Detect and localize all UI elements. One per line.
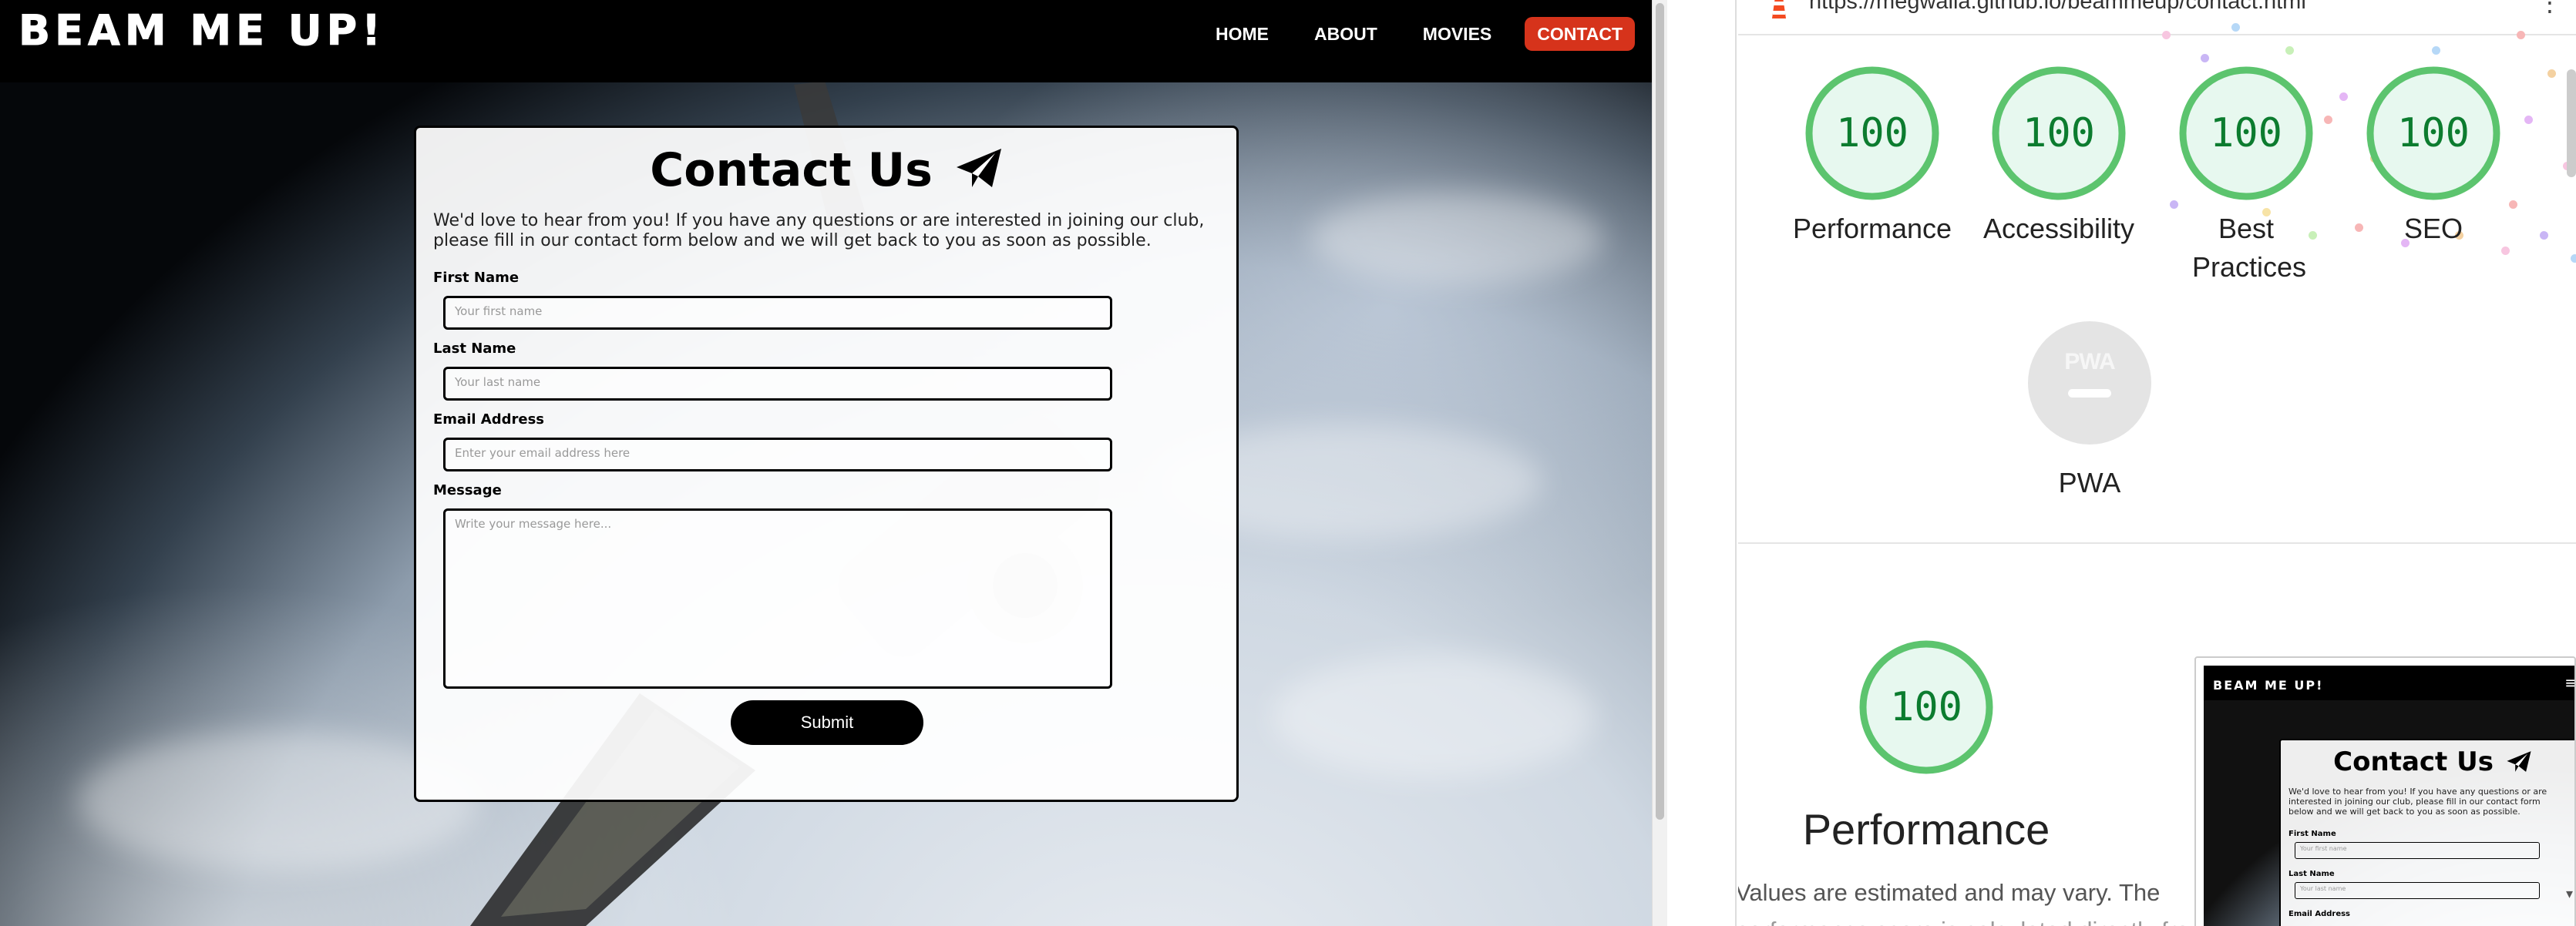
nav-home-link[interactable]: HOME bbox=[1203, 17, 1281, 51]
confetti-dot bbox=[2324, 116, 2332, 124]
thumbnail-email-label: Email Address bbox=[2288, 910, 2351, 918]
site-header: BEAM ME UP! HOME ABOUT MOVIES CONTACT bbox=[0, 0, 1652, 82]
pwa-badge-icon: PWA bbox=[2064, 349, 2115, 374]
thumbnail-last-name-label: Last Name bbox=[2288, 870, 2335, 878]
thumbnail-logo: BEAM ME UP! bbox=[2213, 678, 2324, 693]
performance-large-score: 100 bbox=[1890, 684, 1962, 730]
thumbnail-header: BEAM ME UP! ≡ bbox=[2204, 666, 2574, 700]
performance-section-title: Performance bbox=[1802, 805, 2050, 854]
paper-plane-icon bbox=[2507, 751, 2531, 772]
score-gauge-seo[interactable]: 100 bbox=[2366, 66, 2500, 200]
divider bbox=[1738, 34, 2576, 35]
thumbnail-intro: We'd love to hear from you! If you have … bbox=[2288, 787, 2547, 817]
submit-button[interactable]: Submit bbox=[731, 700, 923, 745]
nav-movies-link[interactable]: MOVIES bbox=[1411, 17, 1504, 51]
website-scrollbar-thumb[interactable] bbox=[1656, 3, 1664, 820]
report-menu-icon[interactable]: ⋮ bbox=[2537, 0, 2562, 17]
score-gauge-best-practices[interactable]: 100 bbox=[2179, 66, 2313, 200]
score-gauge-performance[interactable]: 100 bbox=[1805, 66, 1939, 200]
devtools-gutter bbox=[1667, 0, 1737, 926]
contact-intro-text: We'd love to hear from you! If you have … bbox=[433, 211, 1205, 250]
thumbnail-title-text: Contact Us bbox=[2333, 747, 2494, 777]
final-screenshot-thumbnail[interactable]: BEAM ME UP! ≡ Contact Us We'd love to he… bbox=[2194, 656, 2576, 926]
performance-large-gauge: 100 bbox=[1859, 640, 1993, 774]
nav-contact-link[interactable]: CONTACT bbox=[1525, 17, 1635, 51]
report-scrollbar[interactable] bbox=[2567, 69, 2576, 177]
email-label: Email Address bbox=[433, 411, 545, 428]
paper-plane-icon bbox=[956, 149, 1001, 187]
confetti-dot bbox=[2201, 54, 2209, 62]
confetti-dot bbox=[2540, 231, 2548, 240]
confetti-dot bbox=[2231, 23, 2240, 32]
divider bbox=[1738, 542, 2576, 544]
website-viewport: BEAM ME UP! HOME ABOUT MOVIES CONTACT Co… bbox=[0, 0, 1652, 926]
confetti-dot bbox=[2524, 116, 2533, 124]
performance-note-continued: performance score is calculated directly… bbox=[1738, 917, 2209, 926]
scroll-down-arrow-icon[interactable]: ▾ bbox=[2566, 886, 2573, 902]
pwa-label: PWA bbox=[2058, 467, 2121, 498]
performance-note: Values are estimated and may vary. The bbox=[1738, 879, 2161, 906]
hamburger-menu-icon: ≡ bbox=[2564, 673, 2574, 692]
gauge-label: Performance bbox=[1792, 213, 1952, 244]
main-nav: HOME ABOUT MOVIES CONTACT bbox=[1182, 17, 1635, 51]
thumbnail-contact-card: Contact Us We'd love to hear from you! I… bbox=[2279, 739, 2574, 926]
thumbnail-first-name-label: First Name bbox=[2288, 830, 2336, 838]
message-label: Message bbox=[433, 482, 502, 498]
contact-form-card: Contact Us We'd love to hear from you! I… bbox=[414, 126, 1239, 802]
website-scrollbar[interactable] bbox=[1652, 0, 1667, 926]
first-name-input[interactable]: Your first name bbox=[443, 296, 1112, 330]
thumbnail-first-name-input: Your first name bbox=[2295, 842, 2540, 859]
contact-title: Contact Us bbox=[416, 143, 1236, 197]
confetti-dot bbox=[2285, 46, 2294, 55]
lighthouse-report: https://megwalla.github.io/beammeup/cont… bbox=[1738, 0, 2576, 926]
last-name-input[interactable]: Your last name bbox=[443, 367, 1112, 401]
confetti-dot bbox=[2571, 254, 2576, 263]
site-logo[interactable]: BEAM ME UP! bbox=[18, 6, 385, 55]
gauge-label: Accessibility bbox=[1982, 213, 2135, 244]
confetti-dot bbox=[2547, 69, 2556, 78]
confetti-dot bbox=[2432, 46, 2440, 55]
thumbnail-title: Contact Us bbox=[2281, 747, 2574, 777]
message-textarea[interactable]: Write your message here... bbox=[443, 508, 1112, 689]
report-url[interactable]: https://megwalla.github.io/beammeup/cont… bbox=[1809, 0, 2306, 15]
thumbnail-viewport: BEAM ME UP! ≡ Contact Us We'd love to he… bbox=[2204, 666, 2574, 926]
confetti-dot bbox=[2162, 31, 2171, 39]
gauge-score-value: 100 bbox=[2023, 110, 2095, 156]
gauge-label: SEO bbox=[2403, 213, 2463, 244]
first-name-label: First Name bbox=[433, 270, 520, 286]
email-input[interactable]: Enter your email address here bbox=[443, 438, 1112, 471]
confetti-dot bbox=[2509, 200, 2517, 209]
last-name-label: Last Name bbox=[433, 341, 516, 357]
gauge-score-value: 100 bbox=[1836, 110, 1908, 156]
pwa-gauge[interactable]: PWA bbox=[2028, 321, 2151, 445]
lighthouse-icon bbox=[1772, 0, 1786, 18]
gauge-score-value: 100 bbox=[2210, 110, 2282, 156]
score-gauge-accessibility[interactable]: 100 bbox=[1992, 66, 2126, 200]
gauge-score-value: 100 bbox=[2397, 110, 2470, 156]
gauge-label: Best Practices bbox=[2192, 213, 2307, 283]
contact-title-text: Contact Us bbox=[650, 143, 933, 197]
devtools-pane: https://megwalla.github.io/beammeup/cont… bbox=[1667, 0, 2576, 926]
nav-about-link[interactable]: ABOUT bbox=[1302, 17, 1390, 51]
confetti-dot bbox=[2517, 31, 2525, 39]
confetti-dot bbox=[2339, 92, 2348, 101]
thumbnail-last-name-input: Your last name bbox=[2295, 882, 2540, 899]
pwa-dash-icon bbox=[2068, 389, 2111, 398]
